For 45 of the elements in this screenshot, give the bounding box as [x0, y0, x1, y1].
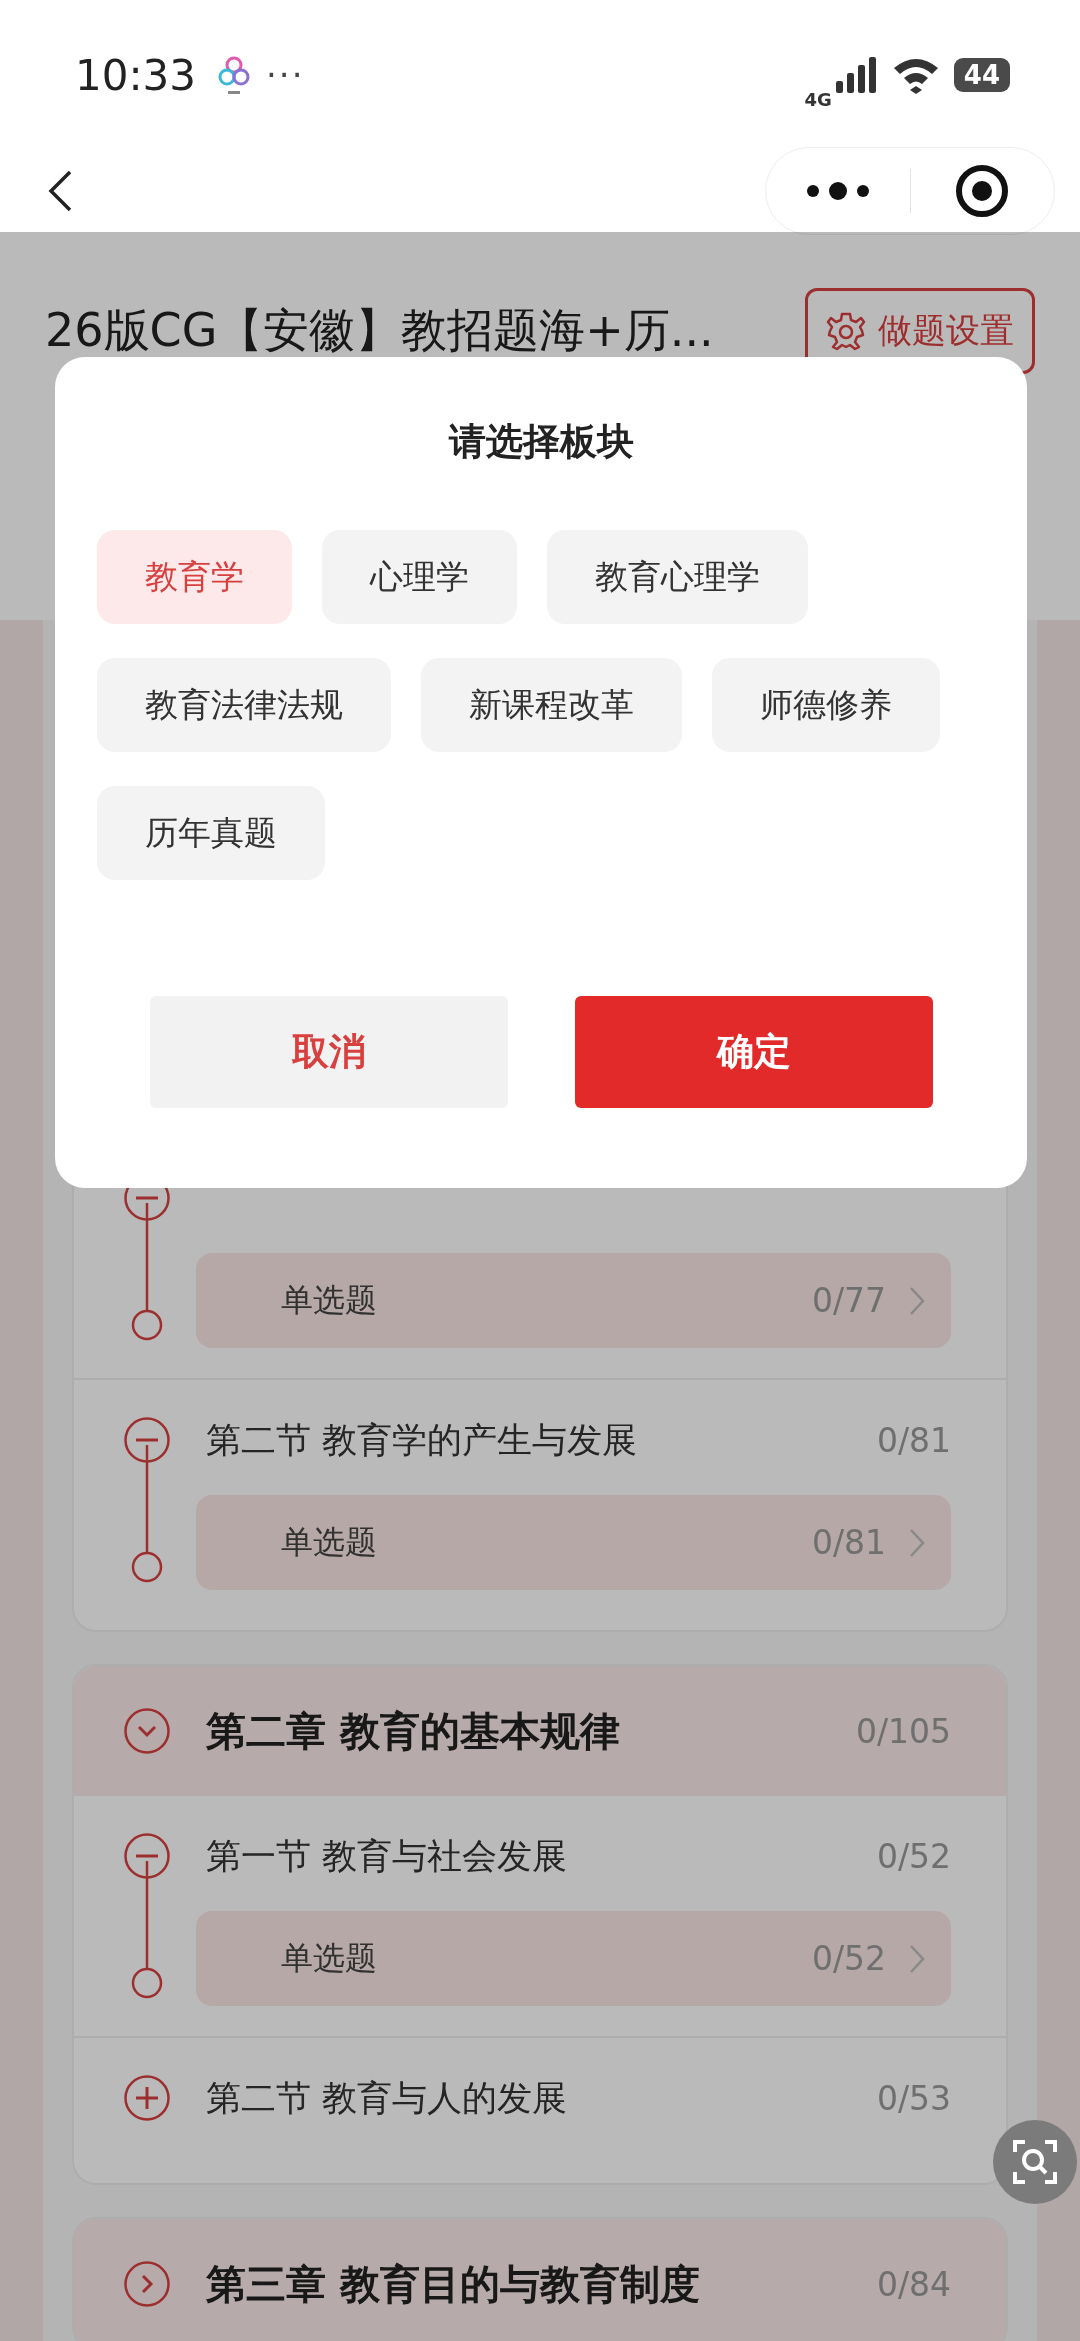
question-type-label: 单选题 [281, 1937, 377, 1979]
question-type-label: 单选题 [281, 1279, 377, 1321]
chapter-count: 0/105 [855, 1711, 951, 1751]
question-type-label: 单选题 [281, 1521, 377, 1563]
section-count: 0/52 [876, 1836, 951, 1876]
network-label: 4G [804, 88, 832, 110]
dialog-title: 请选择板块 [447, 419, 635, 465]
chapter-title: 第二章 教育的基本规律 [206, 1706, 620, 1756]
section-option[interactable]: 教育学 [97, 530, 292, 624]
question-type-item[interactable]: 单选题 0/77 [196, 1253, 951, 1348]
section-option[interactable]: 教育法律法规 [97, 658, 391, 752]
notification-dots: ··· [266, 55, 305, 95]
section-option[interactable]: 师德修养 [712, 658, 940, 752]
section-option[interactable]: 教育心理学 [547, 530, 808, 624]
page-title: 26版CG【安徽】教招题海+历... [45, 302, 714, 359]
chevron-down-icon[interactable] [124, 1708, 170, 1754]
section-title[interactable]: 第一节 教育与社会发展 [206, 1832, 568, 1880]
section-option[interactable]: 历年真题 [97, 786, 325, 880]
signal-icon [833, 55, 878, 95]
question-count: 0/81 [811, 1523, 886, 1562]
section-count: 0/53 [876, 2078, 951, 2118]
section-count: 0/81 [876, 1420, 951, 1460]
confirm-button[interactable]: 确定 [574, 996, 933, 1108]
expand-icon[interactable] [124, 2075, 170, 2121]
chapter-header[interactable]: 第二章 教育的基本规律 0/105 [74, 1666, 1006, 1796]
chapter-count: 0/84 [876, 2264, 951, 2304]
question-count: 0/77 [811, 1281, 886, 1320]
clock-time: 10:33 [75, 50, 197, 100]
chapter-title: 第三章 教育目的与教育制度 [206, 2259, 700, 2309]
question-type-item[interactable]: 单选题 0/52 [196, 1911, 951, 2006]
cancel-button[interactable]: 取消 [149, 996, 508, 1108]
chevron-right-icon[interactable] [124, 2261, 170, 2307]
question-count: 0/52 [811, 1939, 886, 1978]
chapter-header[interactable]: 第三章 教育目的与教育制度 0/84 [74, 2219, 1006, 2341]
section-option[interactable]: 新课程改革 [421, 658, 682, 752]
section-option[interactable]: 心理学 [322, 530, 517, 624]
section-title[interactable]: 第二节 教育与人的发展 [206, 2074, 568, 2122]
section-title[interactable]: 第二节 教育学的产生与发展 [206, 1416, 638, 1464]
scan-search-icon [1012, 2139, 1058, 2185]
close-icon[interactable] [954, 163, 1011, 219]
battery-level: 44 [953, 58, 1010, 92]
collapse-icon[interactable] [124, 1833, 170, 1879]
collapse-icon[interactable] [124, 1417, 170, 1463]
settings-icon [826, 311, 866, 351]
question-type-item[interactable]: 单选题 0/81 [196, 1495, 951, 1590]
